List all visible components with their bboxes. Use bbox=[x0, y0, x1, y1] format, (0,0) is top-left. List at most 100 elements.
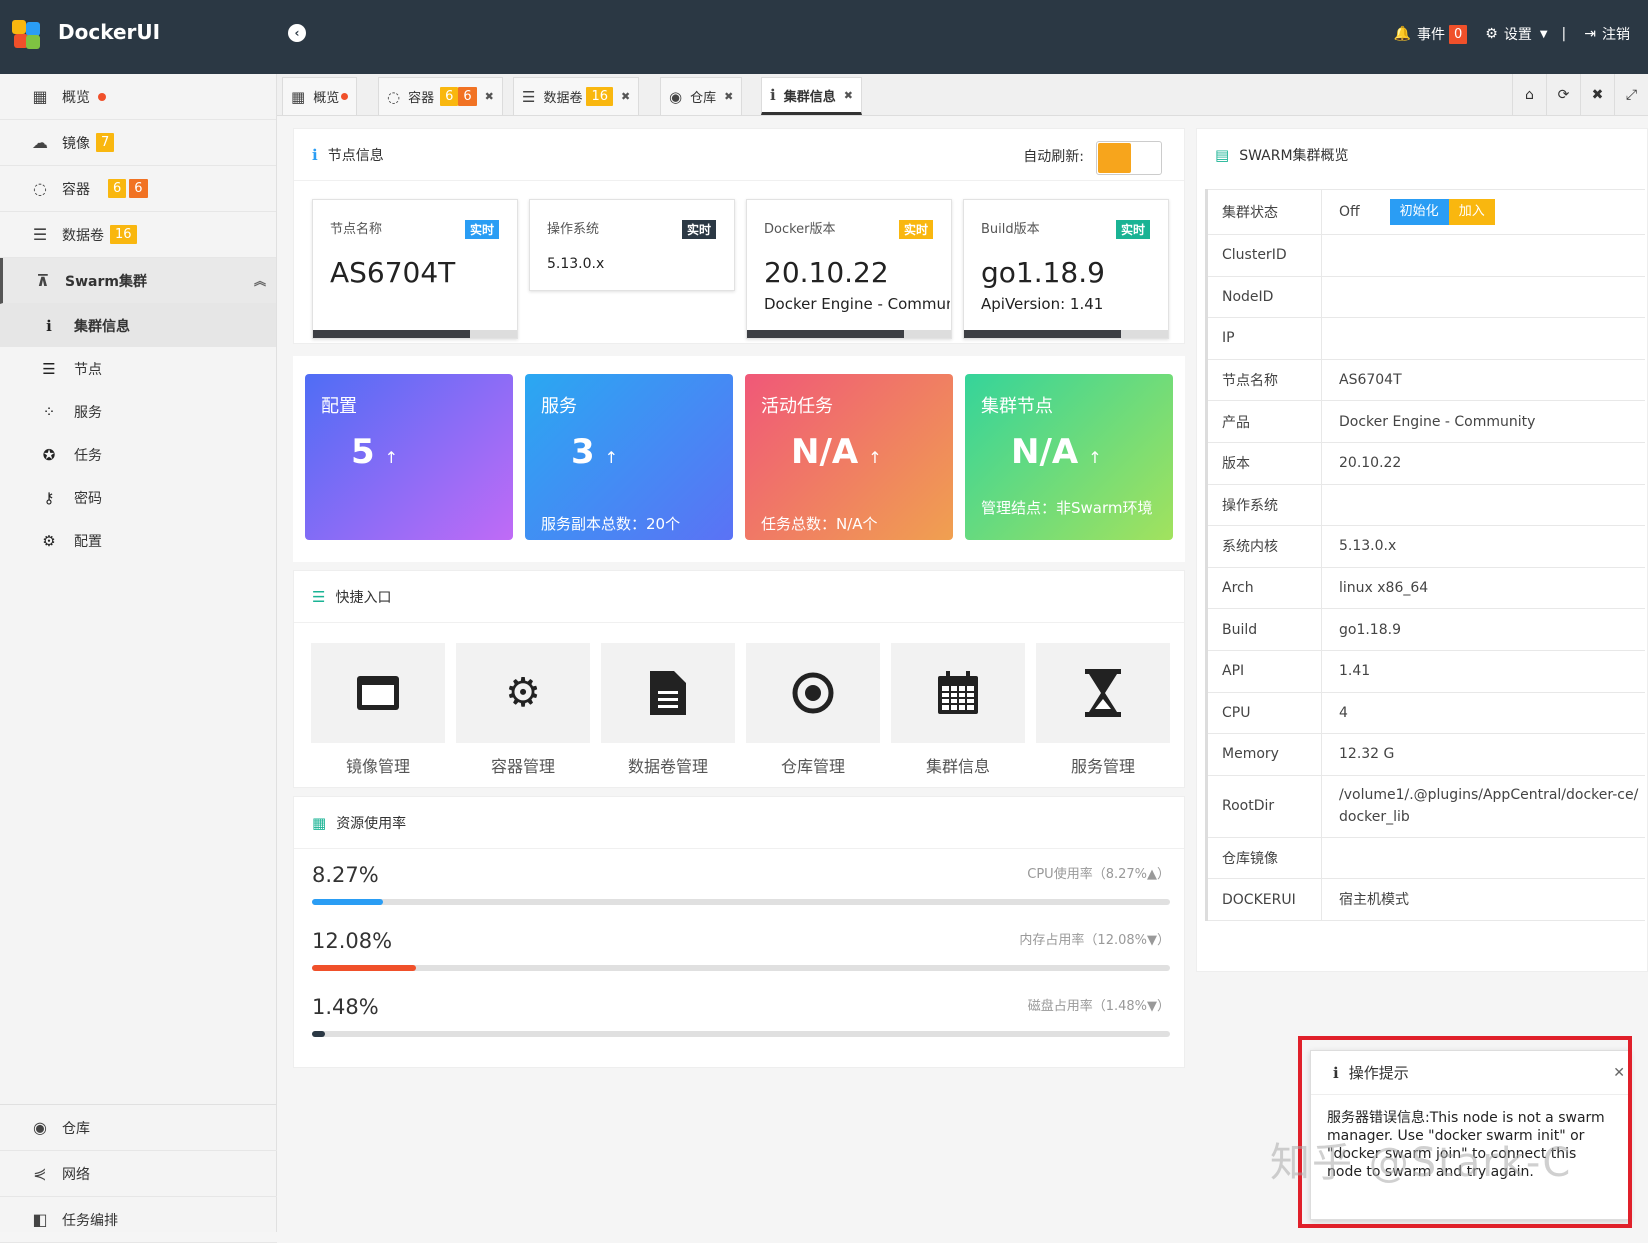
tab-volumes[interactable]: ☰ 数据卷 16 ✖ bbox=[513, 77, 640, 115]
tab-registry[interactable]: ◉ 仓库 ✖ bbox=[660, 77, 743, 115]
sidebar-item-swarm[interactable]: ⊼ Swarm集群 ︽ bbox=[0, 258, 276, 304]
containers-running-badge: 6 bbox=[108, 179, 127, 198]
row-key: 操作系统 bbox=[1208, 484, 1322, 526]
os-card: 操作系统 实时 5.13.0.x bbox=[529, 199, 735, 291]
quick-containers[interactable]: ⚙ 容器管理 bbox=[456, 643, 590, 777]
quick-services[interactable]: 服务管理 bbox=[1036, 643, 1170, 777]
sidebar-item-stacks[interactable]: ◧ 任务编排 bbox=[0, 1197, 277, 1243]
calendar-icon bbox=[938, 671, 978, 714]
row-value: Docker Engine - Community bbox=[1339, 413, 1536, 430]
usage-bar-fill bbox=[312, 1031, 325, 1037]
service-stat-card[interactable]: 服务 3 ↑ 服务副本总数：20个 bbox=[525, 374, 733, 540]
close-icon[interactable]: ✖ bbox=[621, 90, 630, 103]
windows-icon: ▦ bbox=[32, 87, 48, 106]
home-icon[interactable]: ⌂ bbox=[1512, 74, 1546, 116]
sidebar-subitem-cluster-info[interactable]: ℹ 集群信息 bbox=[0, 304, 276, 347]
sidebar-item-registry[interactable]: ◉ 仓库 bbox=[0, 1105, 277, 1151]
tab-containers[interactable]: ◌ 容器 6 6 ✖ bbox=[378, 77, 503, 115]
quick-cluster-info[interactable]: 集群信息 bbox=[891, 643, 1025, 777]
sidebar-item-label: 任务编排 bbox=[62, 1212, 118, 1229]
sidebar-item-network[interactable]: ⋞ 网络 bbox=[0, 1151, 277, 1197]
close-icon[interactable]: ✖ bbox=[485, 90, 494, 103]
table-row: API 1.41 bbox=[1208, 650, 1645, 693]
database-icon: ☰ bbox=[32, 225, 48, 244]
realtime-tag: 实时 bbox=[681, 220, 716, 239]
realtime-tag: 实时 bbox=[898, 220, 933, 239]
stat-value: 5 ↑ bbox=[351, 432, 399, 472]
row-value: 20.10.22 bbox=[1339, 455, 1402, 472]
sidebar-subitem-configs[interactable]: ⚙ 配置 bbox=[0, 519, 276, 562]
sidebar-subitem-nodes[interactable]: ☰ 节点 bbox=[0, 347, 276, 390]
close-all-icon[interactable]: ✖ bbox=[1580, 74, 1614, 116]
row-value bbox=[1322, 277, 1645, 318]
sidebar-item-label: 概览 bbox=[62, 89, 90, 106]
card-label: Docker版本 bbox=[764, 222, 836, 237]
settings-menu[interactable]: ⚙ 设置 ▼ bbox=[1485, 24, 1547, 44]
table-row: CPU 4 bbox=[1208, 692, 1645, 735]
swarm-status-value: Off bbox=[1339, 204, 1360, 220]
tab-badge: 6 bbox=[440, 87, 459, 106]
dockerui-logo-icon[interactable] bbox=[12, 20, 42, 50]
info-circle-icon: ℹ bbox=[312, 145, 318, 164]
panel-title: SWARM集群概览 bbox=[1239, 148, 1349, 164]
table-row: 节点名称 AS6704T bbox=[1208, 359, 1645, 402]
sidebar-item-label: 仓库 bbox=[62, 1120, 90, 1137]
config-stat-card[interactable]: 配置 5 ↑ bbox=[305, 374, 513, 540]
swarm-init-button[interactable]: 初始化 bbox=[1389, 199, 1449, 225]
stat-footer: 服务副本总数：20个 bbox=[541, 515, 681, 533]
card-progress bbox=[964, 330, 1168, 338]
quick-registry[interactable]: 仓库管理 bbox=[746, 643, 880, 777]
events-menu[interactable]: 🔔 事件 0 bbox=[1394, 24, 1468, 44]
quick-volumes[interactable]: 数据卷管理 bbox=[601, 643, 735, 777]
top-bar: DockerUI ‹ 🔔 事件 0 ⚙ 设置 ▼ | ⇥ 注销 bbox=[0, 0, 1648, 74]
sidebar-collapse-icon[interactable]: ‹ bbox=[288, 24, 306, 42]
sidebar-item-containers[interactable]: ◌ 容器 6 6 bbox=[0, 166, 276, 212]
sidebar-item-label: 网络 bbox=[62, 1166, 90, 1183]
sidebar-subitem-secrets[interactable]: ⚷ 密码 bbox=[0, 476, 276, 519]
panel-title: 快捷入口 bbox=[335, 589, 392, 606]
row-value: 5.13.0.x bbox=[1339, 538, 1397, 555]
rebel-icon: ✪ bbox=[42, 445, 56, 464]
sidebar-subitem-services[interactable]: ⁘ 服务 bbox=[0, 390, 276, 433]
sidebar-subitem-tasks[interactable]: ✪ 任务 bbox=[0, 433, 276, 476]
key-icon: ⚷ bbox=[43, 488, 55, 507]
sidebar-subitem-label: 集群信息 bbox=[74, 318, 130, 335]
spinner-icon: ◌ bbox=[387, 87, 401, 106]
panel-title: 资源使用率 bbox=[336, 815, 407, 832]
sidebar-item-volumes[interactable]: ☰ 数据卷 16 bbox=[0, 212, 276, 258]
active-tasks-stat-card[interactable]: 活动任务 N/A ↑ 任务总数：N/A个 bbox=[745, 374, 953, 540]
panel-header: ▦ 资源使用率 bbox=[294, 797, 1184, 849]
close-icon[interactable]: ✖ bbox=[844, 89, 853, 102]
swarm-join-button[interactable]: 加入 bbox=[1448, 199, 1495, 225]
stat-value: N/A ↑ bbox=[791, 432, 882, 472]
close-icon[interactable]: ✖ bbox=[724, 90, 733, 103]
table-icon: ▦ bbox=[312, 813, 327, 832]
table-row: 集群状态 Off 初始化 加入 bbox=[1208, 189, 1645, 235]
cluster-nodes-stat-card[interactable]: 集群节点 N/A ↑ 管理结点：非Swarm环境 bbox=[965, 374, 1173, 540]
quick-images[interactable]: 镜像管理 bbox=[311, 643, 445, 777]
panel-header: ▤ SWARM集群概览 bbox=[1197, 129, 1647, 181]
row-value: AS6704T bbox=[1339, 372, 1402, 389]
info-icon: ℹ bbox=[46, 316, 52, 335]
logout-button[interactable]: ⇥ 注销 bbox=[1584, 24, 1630, 44]
sidebar-item-images[interactable]: ☁ 镜像 7 bbox=[0, 120, 276, 166]
tab-label: 集群信息 bbox=[783, 89, 836, 105]
auto-refresh-label: 自动刷新: bbox=[1023, 149, 1084, 165]
table-row: 操作系统 bbox=[1208, 484, 1645, 527]
sidebar-subitem-label: 节点 bbox=[74, 361, 102, 378]
sidebar-item-overview[interactable]: ▦ 概览 bbox=[0, 74, 276, 120]
auto-refresh-toggle[interactable] bbox=[1096, 141, 1162, 175]
tab-cluster-info[interactable]: ℹ 集群信息 ✖ bbox=[761, 77, 862, 115]
fullscreen-icon[interactable]: ⤢ bbox=[1614, 74, 1648, 116]
quick-label: 服务管理 bbox=[1070, 757, 1135, 776]
gear-icon: ⚙ bbox=[42, 531, 56, 550]
stats-panel: 配置 5 ↑ 服务 3 ↑ 服务副本总数：20个 活动任务 N/A ↑ 任务总数：N/… bbox=[293, 356, 1185, 562]
tab-badge: 6 bbox=[458, 87, 477, 106]
card-subvalue: Docker Engine - Community bbox=[764, 295, 950, 313]
refresh-icon[interactable]: ⟳ bbox=[1546, 74, 1580, 116]
gear-icon: ⚙ bbox=[1485, 26, 1498, 42]
tab-overview[interactable]: ▦ 概览 bbox=[282, 77, 358, 115]
app-brand[interactable]: DockerUI bbox=[58, 20, 160, 44]
row-value: 4 bbox=[1339, 704, 1348, 721]
quick-label: 仓库管理 bbox=[780, 757, 845, 776]
